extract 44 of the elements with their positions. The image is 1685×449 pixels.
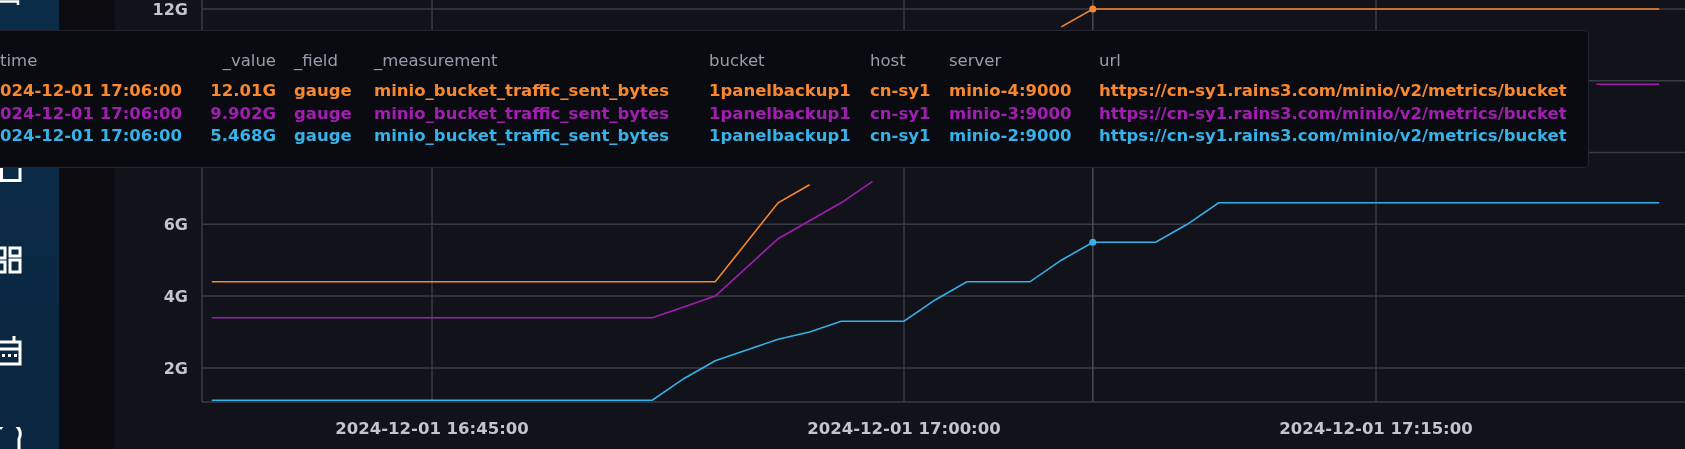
tooltip-value: minio_bucket_traffic_sent_bytes xyxy=(374,81,670,102)
tooltip-value: gauge xyxy=(294,81,353,102)
tooltip-value: 024-12-01 17:06:00 xyxy=(0,126,182,147)
column-header: url xyxy=(1099,51,1122,72)
tooltip-value: minio-2:9000 xyxy=(949,126,1073,147)
tooltip-value: minio-4:9000 xyxy=(949,81,1073,102)
tooltip-value: https://cn-sy1.rains3.com/minio/v2/metrics/bucket xyxy=(1099,81,1568,102)
tooltip-value: gauge xyxy=(294,103,353,125)
column-header: _field xyxy=(294,51,339,72)
column-header: _value xyxy=(221,51,276,72)
tooltip-value: cn-sy1 xyxy=(870,103,931,125)
tooltip-value: minio_bucket_traffic_sent_bytes xyxy=(374,126,670,147)
grid-icon[interactable] xyxy=(0,246,22,274)
column-header: host xyxy=(870,51,907,72)
tooltip-value: cn-sy1 xyxy=(870,81,931,102)
nav-icon[interactable] xyxy=(0,0,20,6)
tooltip-value: 1panelbackup1 xyxy=(709,126,852,147)
column-header: time xyxy=(0,51,39,72)
tooltip-value: cn-sy1 xyxy=(870,126,931,147)
tooltip-value: https://cn-sy1.rains3.com/minio/v2/metrics/bucket xyxy=(1099,103,1568,125)
tooltip-value: 024-12-01 17:06:00 xyxy=(0,103,182,125)
y-axis-label: 12G xyxy=(152,0,188,19)
tooltip-value: 12.01G xyxy=(209,81,276,102)
column-header: _measurement xyxy=(374,51,499,72)
calendar-icon[interactable] xyxy=(0,336,22,366)
column-header: server xyxy=(949,51,1003,72)
y-axis-label: 6G xyxy=(163,215,188,235)
tooltip-value: 5.468G xyxy=(209,126,276,147)
x-axis-label: 2024-12-01 16:45:00 xyxy=(335,419,529,438)
tooltip-value: 1panelbackup1 xyxy=(709,81,852,102)
tooltip-value: 1panelbackup1 xyxy=(709,103,852,125)
x-axis-label: 2024-12-01 17:15:00 xyxy=(1279,419,1473,438)
tooltip-value: minio_bucket_traffic_sent_bytes xyxy=(374,103,670,125)
y-axis-label: 2G xyxy=(163,358,188,378)
hover-point xyxy=(1089,238,1097,246)
column-header: bucket xyxy=(709,51,766,72)
tooltip-value: https://cn-sy1.rains3.com/minio/v2/metrics/bucket xyxy=(1099,126,1568,147)
tooltip-value: 024-12-01 17:06:00 xyxy=(0,81,182,102)
y-axis-label: 4G xyxy=(163,287,188,307)
hover-point xyxy=(1089,5,1097,13)
tooltip-value: gauge xyxy=(294,126,353,147)
x-axis-label: 2024-12-01 17:00:00 xyxy=(807,419,1001,438)
tooltip-value: minio-3:9000 xyxy=(949,103,1073,125)
tooltip-value: 9.902G xyxy=(209,103,276,125)
